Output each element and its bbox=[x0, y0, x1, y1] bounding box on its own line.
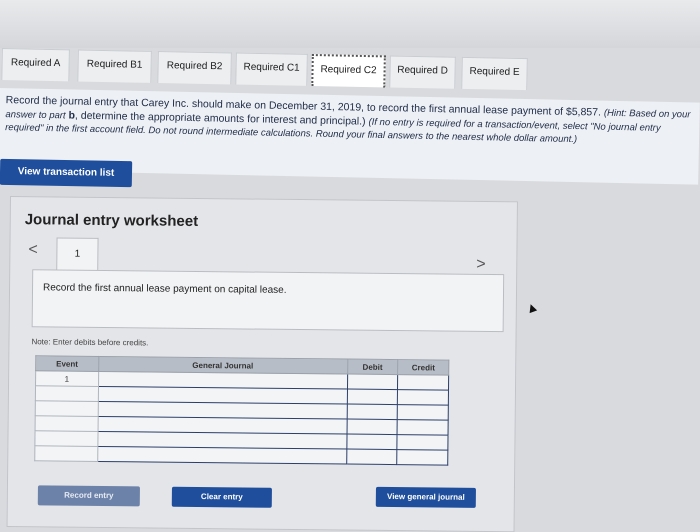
event-cell bbox=[35, 385, 99, 402]
account-field[interactable] bbox=[97, 446, 347, 465]
general-journal-table: Event General Journal Debit Credit 1 bbox=[34, 355, 449, 466]
credit-field[interactable] bbox=[397, 419, 449, 436]
chevron-left-icon[interactable]: < bbox=[28, 241, 38, 259]
credit-field[interactable] bbox=[397, 434, 449, 451]
browser-top-band bbox=[0, 0, 700, 48]
worksheet-title: Journal entry worksheet bbox=[24, 211, 199, 230]
event-cell bbox=[35, 400, 98, 417]
tab-required-b2[interactable]: Required B2 bbox=[157, 51, 232, 85]
view-general-journal-button[interactable]: View general journal bbox=[375, 486, 476, 508]
record-entry-button[interactable]: Record entry bbox=[37, 485, 140, 507]
tab-required-c1[interactable]: Required C1 bbox=[235, 52, 308, 86]
journal-entry-worksheet: Journal entry worksheet < 1 > Record the… bbox=[6, 196, 518, 532]
column-header-event: Event bbox=[35, 355, 99, 372]
event-cell bbox=[35, 415, 98, 432]
debit-field[interactable] bbox=[346, 389, 398, 405]
debit-field[interactable] bbox=[347, 374, 398, 390]
tab-required-c2[interactable]: Required C2 bbox=[311, 53, 386, 88]
debit-field[interactable] bbox=[346, 434, 398, 450]
debit-field[interactable] bbox=[346, 449, 398, 465]
event-cell bbox=[34, 445, 98, 462]
clear-entry-button[interactable]: Clear entry bbox=[171, 486, 272, 508]
credit-field[interactable] bbox=[397, 389, 449, 406]
tab-required-b1[interactable]: Required B1 bbox=[77, 49, 152, 83]
event-cell: 1 bbox=[35, 370, 99, 387]
debits-note: Note: Enter debits before credits. bbox=[31, 337, 149, 348]
tab-required-a[interactable]: Required A bbox=[1, 48, 70, 82]
debit-field[interactable] bbox=[346, 419, 398, 435]
view-transaction-list-button[interactable]: View transaction list bbox=[0, 158, 133, 188]
mouse-cursor-icon bbox=[526, 302, 538, 314]
tab-required-d[interactable]: Required D bbox=[389, 55, 456, 89]
credit-field[interactable] bbox=[396, 449, 448, 466]
credit-field[interactable] bbox=[397, 374, 449, 391]
column-header-debit: Debit bbox=[347, 359, 399, 375]
event-cell bbox=[34, 430, 98, 447]
entry-description: Record the first annual lease payment on… bbox=[42, 282, 287, 296]
chevron-right-icon[interactable]: > bbox=[476, 256, 486, 274]
column-header-credit: Credit bbox=[397, 359, 449, 376]
debit-field[interactable] bbox=[346, 404, 398, 420]
tab-required-e[interactable]: Required E bbox=[461, 56, 528, 91]
instructions-text: Record the journal entry that Carey Inc.… bbox=[5, 94, 692, 149]
entry-description-box: Record the first annual lease payment on… bbox=[31, 269, 505, 333]
entry-number-tab[interactable]: 1 bbox=[56, 237, 99, 271]
credit-field[interactable] bbox=[397, 404, 449, 421]
table-row bbox=[34, 445, 448, 466]
